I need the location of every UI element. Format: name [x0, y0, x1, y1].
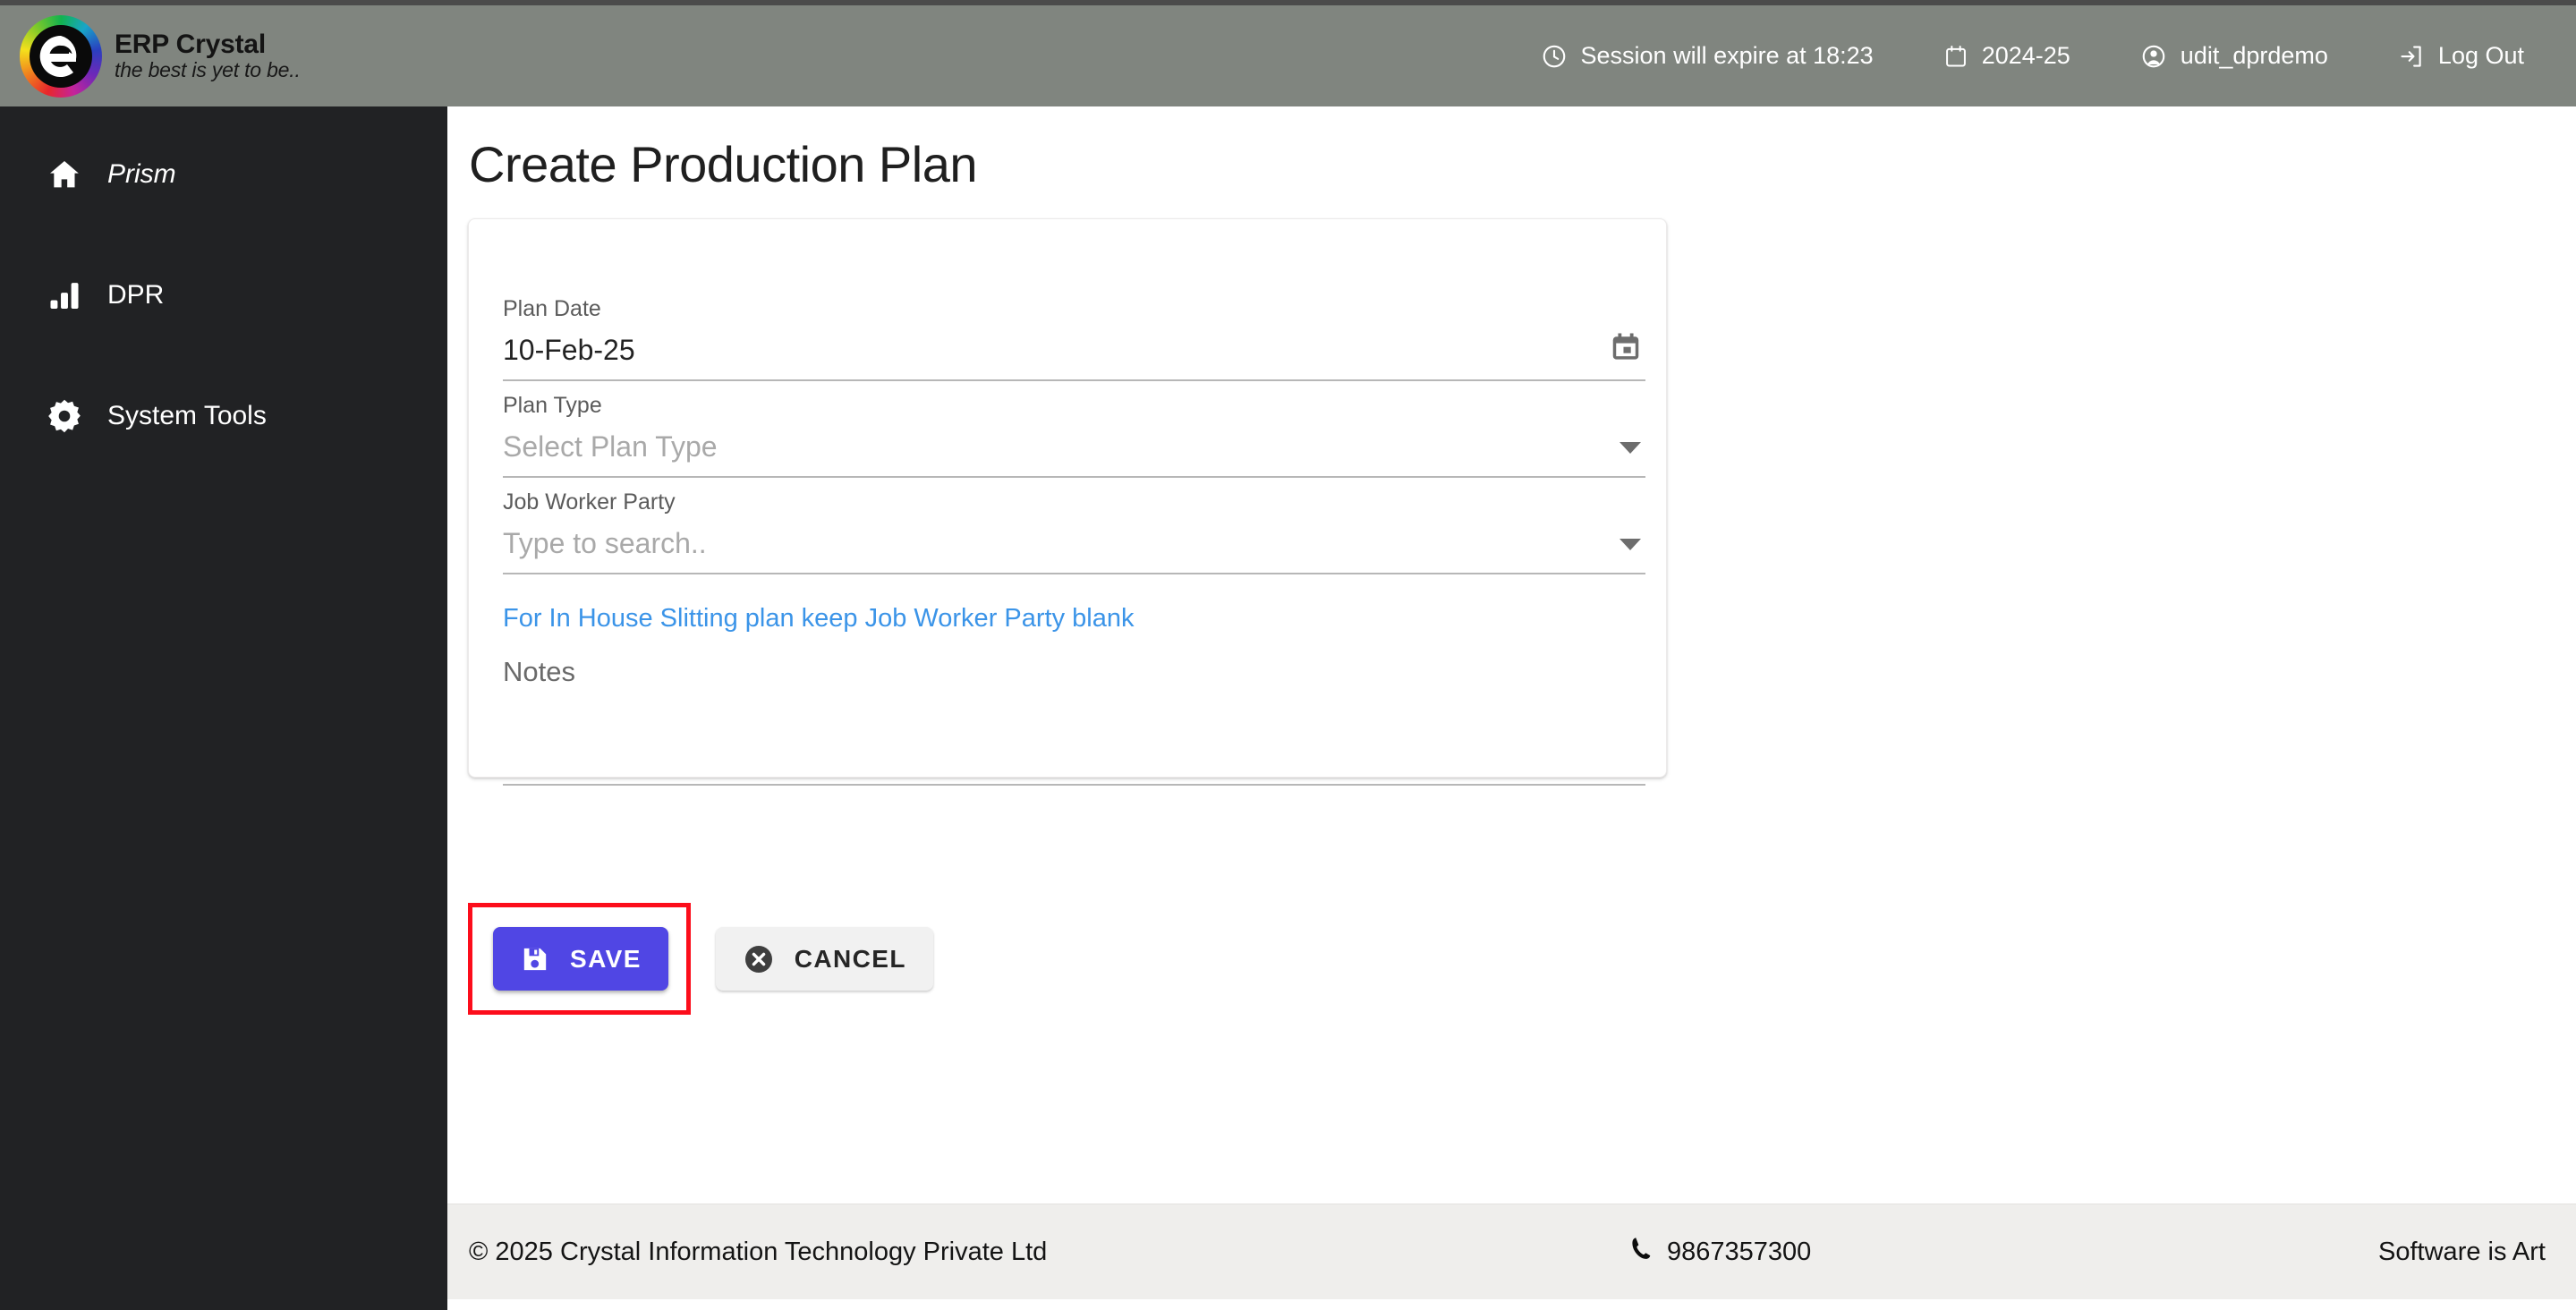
save-button-label: SAVE [570, 944, 642, 973]
calendar-icon[interactable] [1609, 330, 1643, 369]
close-circle-icon [743, 943, 775, 975]
fiscal-year-label: 2024-25 [1981, 42, 2070, 69]
gear-icon [45, 397, 84, 435]
plan-type-placeholder: Select Plan Type [503, 430, 718, 463]
job-worker-party-underline [503, 573, 1645, 574]
sidebar-item-system-tools[interactable]: System Tools [0, 389, 447, 443]
logout-button[interactable]: Log Out [2398, 42, 2524, 70]
session-expiry: Session will expire at 18:23 [1541, 42, 1874, 70]
plan-date-label: Plan Date [503, 296, 601, 321]
footer-phone[interactable]: 9867357300 [1628, 1235, 1811, 1269]
plan-type-underline [503, 476, 1645, 478]
home-icon [45, 157, 84, 192]
sidebar-item-label: DPR [107, 280, 165, 310]
sidebar-item-label: System Tools [107, 401, 267, 430]
plan-date-underline [503, 379, 1645, 381]
sidebar-item-dpr[interactable]: DPR [0, 268, 447, 322]
erp-crystal-logo-icon [20, 14, 102, 98]
brand-tagline: the best is yet to be.. [115, 58, 301, 82]
save-floppy-icon [520, 944, 550, 974]
notes-placeholder: Notes [503, 656, 575, 687]
brand-title: ERP Crystal [115, 29, 266, 59]
clock-icon [1541, 43, 1568, 70]
create-production-plan-form: Plan Date 10-Feb-25 Plan Type Select Pla… [468, 218, 1667, 786]
calendar-icon [1943, 43, 1968, 70]
footer-tagline: Software is Art [2378, 1237, 2546, 1266]
footer-bottom-fill [447, 1299, 2576, 1310]
save-button[interactable]: SAVE [493, 927, 668, 991]
form-actions: SAVE CANCEL [468, 903, 933, 1015]
page-title: Create Production Plan [469, 136, 978, 192]
job-worker-party-placeholder: Type to search.. [503, 527, 707, 559]
chevron-down-icon[interactable] [1619, 538, 1642, 557]
app-header: ERP Crystal the best is yet to be.. Sess… [0, 5, 2576, 106]
user-name-label: udit_dprdemo [2180, 42, 2328, 69]
main-content: Create Production Plan Plan Date 10-Feb-… [447, 106, 2576, 1204]
notes-underline [503, 784, 1645, 786]
sidebar-item-prism[interactable]: Prism [0, 148, 447, 201]
user-menu[interactable]: udit_dprdemo [2140, 42, 2328, 70]
logout-label: Log Out [2437, 42, 2524, 69]
plan-type-field[interactable]: Plan Type Select Plan Type [503, 395, 1645, 478]
bar-chart-icon [45, 278, 84, 312]
user-circle-icon [2140, 43, 2167, 70]
notes-field[interactable]: Notes [503, 658, 1645, 786]
app-footer: © 2025 Crystal Information Technology Pr… [447, 1204, 2576, 1299]
logout-icon [2398, 43, 2425, 70]
plan-date-field[interactable]: Plan Date 10-Feb-25 [503, 298, 1645, 381]
chevron-down-icon[interactable] [1619, 441, 1642, 460]
job-worker-party-hint: For In House Slitting plan keep Job Work… [503, 604, 1135, 633]
session-expiry-label: Session will expire at 18:23 [1580, 42, 1874, 69]
cancel-button-label: CANCEL [794, 944, 906, 973]
brand[interactable]: ERP Crystal the best is yet to be.. [0, 14, 447, 98]
footer-phone-label: 9867357300 [1667, 1237, 1812, 1266]
job-worker-party-label: Job Worker Party [503, 489, 676, 515]
cancel-button[interactable]: CANCEL [715, 927, 933, 991]
sidebar-nav: Prism DPR System Tools [0, 106, 447, 1310]
sidebar-item-label: Prism [107, 159, 176, 189]
save-button-highlight: SAVE [468, 903, 691, 1015]
phone-icon [1628, 1235, 1655, 1269]
header-actions: Session will expire at 18:23 2024-25 udi… [1541, 42, 2576, 70]
plan-type-label: Plan Type [503, 393, 602, 418]
plan-date-value: 10-Feb-25 [503, 334, 635, 366]
job-worker-party-field[interactable]: Job Worker Party Type to search.. [503, 491, 1645, 574]
footer-copyright: © 2025 Crystal Information Technology Pr… [469, 1237, 1048, 1266]
fiscal-year-selector[interactable]: 2024-25 [1943, 42, 2070, 70]
